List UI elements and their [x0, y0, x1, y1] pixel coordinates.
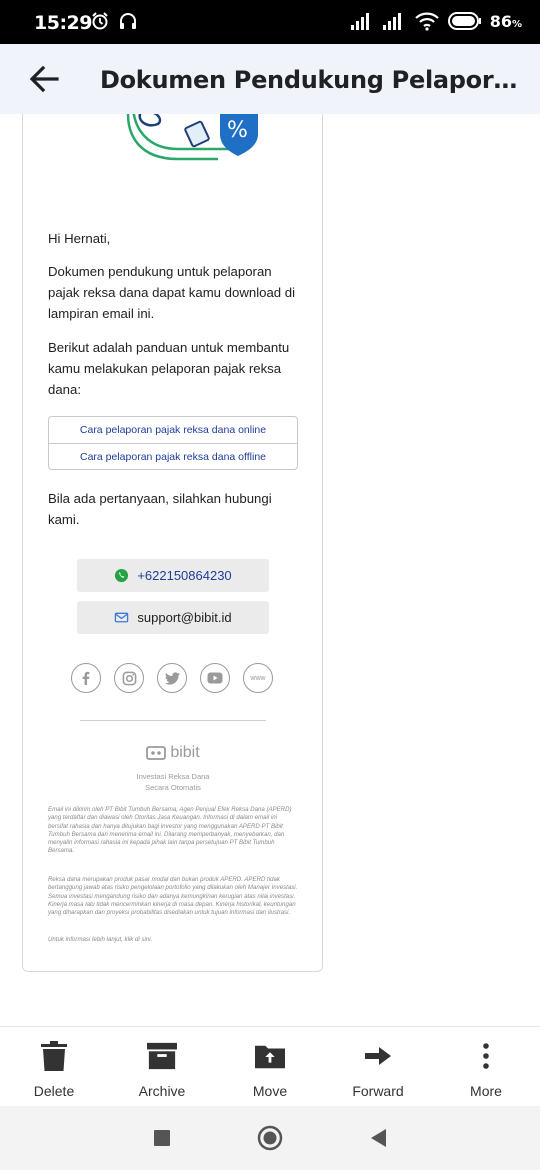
battery-icon	[447, 12, 481, 30]
tagline-line1: Investasi Reksa Dana	[136, 772, 210, 781]
contact-paragraph: Bila ada pertanyaan, silahkan hubungi ka…	[48, 491, 272, 527]
system-navigation-bar	[0, 1106, 540, 1170]
tax-document-illustration: %	[126, 114, 258, 161]
email-subject-title: Dokumen Pendukung Pelaporan P...	[100, 66, 520, 94]
online-guide-link[interactable]: Cara pelaporan pajak reksa dana online	[49, 417, 297, 443]
greeting-text: Hi Hernati,	[48, 231, 111, 246]
forward-label: Forward	[352, 1083, 404, 1099]
archive-label: Archive	[138, 1083, 186, 1099]
archive-button[interactable]: Archive	[108, 1027, 216, 1106]
more-button[interactable]: More	[432, 1027, 540, 1106]
offline-guide-link[interactable]: Cara pelaporan pajak reksa dana offline	[49, 443, 297, 469]
alarm-icon	[92, 12, 108, 30]
archive-icon	[147, 1041, 177, 1071]
disclaimer-paragraph-2: Reksa dana merupakan produk pasar modal …	[48, 876, 298, 917]
forward-arrow-icon	[363, 1041, 393, 1071]
guide-links-box: Cara pelaporan pajak reksa dana online C…	[48, 416, 298, 470]
intro-paragraph: Dokumen pendukung untuk pelaporan pajak …	[48, 264, 296, 321]
social-links: www	[71, 663, 273, 693]
home-circle-icon[interactable]	[257, 1125, 283, 1151]
guide-paragraph: Berikut adalah panduan untuk membantu ka…	[48, 340, 290, 397]
whatsapp-button[interactable]: +622150864230	[77, 559, 269, 592]
more-info-link[interactable]: Untuk informasi lebih lanjut, klik di si…	[48, 936, 298, 944]
email-support-button[interactable]: support@bibit.id	[77, 601, 269, 634]
support-email: support@bibit.id	[137, 610, 232, 625]
signal-icon-2	[382, 13, 401, 30]
footer-divider	[80, 720, 266, 721]
move-label: Move	[252, 1083, 288, 1099]
email-action-toolbar: Delete Archive Move Forward More	[0, 1026, 540, 1106]
more-vertical-icon	[471, 1041, 501, 1071]
status-time: 15:29	[34, 12, 92, 34]
twitter-icon[interactable]	[157, 663, 187, 693]
app-bar: Dokumen Pendukung Pelaporan P...	[0, 44, 540, 114]
website-icon[interactable]: www	[243, 663, 273, 693]
back-triangle-icon[interactable]	[369, 1128, 387, 1148]
delete-label: Delete	[33, 1083, 75, 1099]
move-to-folder-icon	[255, 1041, 285, 1071]
arrow-left-icon	[29, 65, 59, 93]
disclaimer-paragraph-1: Email ini dikirim oleh PT Bibit Tumbuh B…	[48, 806, 292, 855]
trash-icon	[39, 1041, 69, 1071]
wifi-icon	[414, 12, 439, 31]
battery-percentage: 86%	[489, 11, 522, 31]
bibit-logo-icon	[146, 746, 167, 760]
status-bar: 15:29 86%	[0, 0, 540, 44]
status-notification-icons	[90, 11, 138, 31]
headset-icon	[120, 13, 136, 29]
signal-icon	[350, 13, 369, 30]
move-button[interactable]: Move	[216, 1027, 324, 1106]
status-system-icons: 86%	[350, 11, 522, 31]
recents-square-icon[interactable]	[153, 1129, 171, 1147]
email-body-card: % Hi Hernati, Dokumen pendukung untuk pe…	[22, 114, 323, 972]
back-button[interactable]	[24, 59, 64, 99]
facebook-icon[interactable]	[71, 663, 101, 693]
delete-button[interactable]: Delete	[0, 1027, 108, 1106]
more-label: More	[470, 1083, 502, 1099]
instagram-icon[interactable]	[114, 663, 144, 693]
mail-icon	[115, 612, 129, 623]
whatsapp-icon	[115, 568, 129, 583]
brand-name: bibit	[170, 744, 200, 761]
bibit-logo: bibit	[23, 744, 322, 762]
tagline-line2: Secara Otomatis	[145, 783, 201, 792]
youtube-icon[interactable]	[200, 663, 230, 693]
phone-number: +622150864230	[137, 568, 232, 583]
svg-text:%: %	[227, 118, 248, 143]
forward-button[interactable]: Forward	[324, 1027, 432, 1106]
